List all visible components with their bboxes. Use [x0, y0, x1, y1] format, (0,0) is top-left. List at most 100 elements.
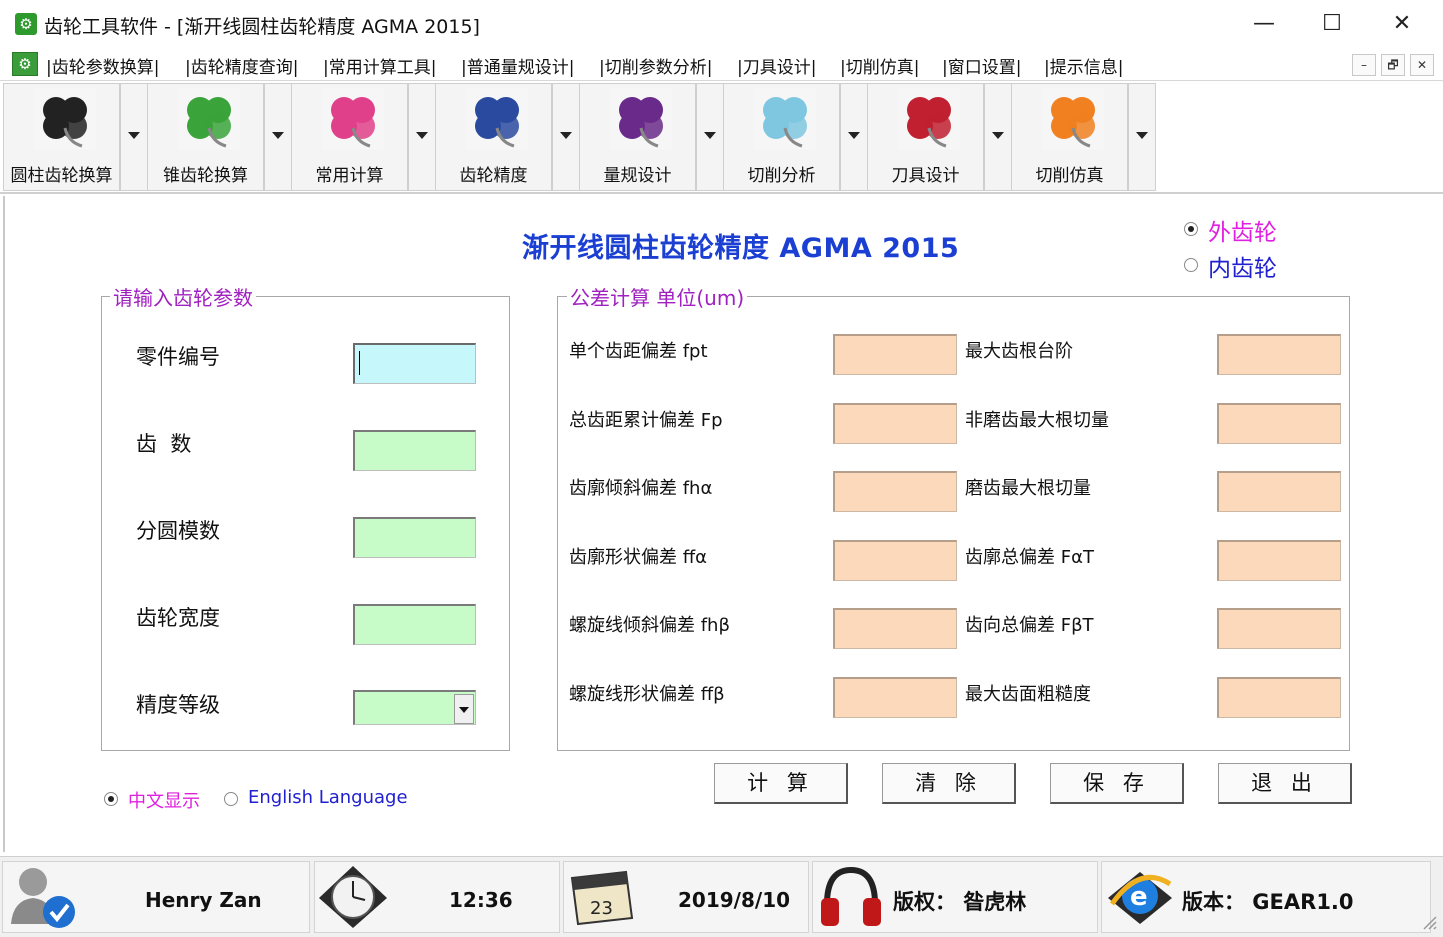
- face-width-input[interactable]: [353, 604, 476, 645]
- clover-multicolor-icon: [322, 88, 384, 150]
- tolerance-output-left-4[interactable]: [833, 540, 957, 581]
- menu-cutting-params[interactable]: |切削参数分析|: [599, 53, 712, 78]
- menu-gear-precision[interactable]: |齿轮精度查询|: [185, 53, 298, 78]
- toolbar-dropdown-arrow-icon[interactable]: [984, 83, 1012, 191]
- menu-bar: ⚙ |齿轮参数换算| |齿轮精度查询| |常用计算工具| |普通量规设计| |切…: [0, 48, 1443, 81]
- toolbar-dropdown-arrow-icon[interactable]: [408, 83, 436, 191]
- headphones-icon: [821, 866, 881, 926]
- tolerance-label-left-2: 总齿距累计偏差 Fp: [569, 410, 723, 431]
- toolbar-dropdown-arrow-icon[interactable]: [264, 83, 292, 191]
- status-bar: Henry Zan 12:36 23 2019/8/10 版权： 昝虎林 e 版…: [0, 856, 1443, 937]
- maximize-button[interactable]: ☐: [1302, 6, 1362, 42]
- module-label: 分圆模数: [136, 519, 220, 543]
- clear-button[interactable]: 清 除: [882, 763, 1016, 804]
- window-title: 齿轮工具软件 - [渐开线圆柱齿轮精度 AGMA 2015]: [44, 16, 480, 38]
- external-gear-label[interactable]: 外齿轮: [1208, 213, 1277, 247]
- module-input[interactable]: [353, 517, 476, 558]
- chinese-language-label[interactable]: 中文显示: [128, 787, 200, 813]
- tolerance-output-right-5[interactable]: [1217, 608, 1341, 649]
- gear-menu-icon[interactable]: ⚙: [12, 52, 38, 76]
- part-number-label: 零件编号: [136, 345, 220, 369]
- mdi-close-button[interactable]: ✕: [1410, 54, 1434, 76]
- clover-orange-icon: [1042, 88, 1104, 150]
- title-bar: ⚙ 齿轮工具软件 - [渐开线圆柱齿轮精度 AGMA 2015] — ☐ ✕: [0, 0, 1443, 49]
- calendar-icon: 23: [570, 870, 634, 926]
- tolerance-output-left-1[interactable]: [833, 334, 957, 375]
- menu-gauge-design[interactable]: |普通量规设计|: [461, 53, 574, 78]
- toolbar-button-label: 齿轮精度: [459, 166, 528, 186]
- tolerance-output-right-6[interactable]: [1217, 677, 1341, 718]
- menu-tool-design[interactable]: |刀具设计|: [737, 53, 816, 78]
- toolbar-button-7[interactable]: 刀具设计: [867, 83, 984, 191]
- toolbar-button-label: 锥齿轮换算: [163, 166, 248, 186]
- tolerance-label-left-5: 螺旋线倾斜偏差 fhβ: [569, 615, 730, 636]
- toolbar-button-label: 常用计算: [315, 166, 384, 186]
- toolbar-button-5[interactable]: 量规设计: [579, 83, 696, 191]
- mdi-restore-button[interactable]: 🗗: [1381, 54, 1405, 76]
- clover-green-icon: [178, 88, 240, 150]
- toolbar-button-6[interactable]: 切削分析: [723, 83, 840, 191]
- internal-gear-radio[interactable]: [1184, 258, 1198, 272]
- toolbar-button-1[interactable]: 圆柱齿轮换算: [3, 83, 120, 191]
- resize-grip-icon[interactable]: [1420, 913, 1438, 931]
- gear-app-icon: ⚙: [15, 13, 37, 35]
- menu-cutting-sim[interactable]: |切削仿真|: [840, 53, 919, 78]
- close-button[interactable]: ✕: [1372, 6, 1432, 42]
- internet-explorer-icon: e: [1108, 872, 1172, 924]
- tolerance-output-left-5[interactable]: [833, 608, 957, 649]
- external-gear-radio[interactable]: [1184, 222, 1198, 236]
- minimize-button[interactable]: —: [1234, 6, 1294, 42]
- english-language-radio[interactable]: [224, 792, 238, 806]
- toolbar-button-4[interactable]: 齿轮精度: [435, 83, 552, 191]
- tolerance-output-right-1[interactable]: [1217, 334, 1341, 375]
- chinese-language-radio[interactable]: [104, 792, 118, 806]
- accuracy-grade-label: 精度等级: [136, 693, 220, 717]
- menu-tips[interactable]: |提示信息|: [1044, 53, 1123, 78]
- tolerance-label-right-1: 最大齿根台阶: [965, 341, 1073, 362]
- tolerance-output-right-4[interactable]: [1217, 540, 1341, 581]
- toolbar-dropdown-arrow-icon[interactable]: [696, 83, 724, 191]
- calculate-button[interactable]: 计 算: [714, 763, 848, 804]
- toolbar-button-3[interactable]: 常用计算: [291, 83, 408, 191]
- clover-blue-icon: [466, 88, 528, 150]
- tolerance-label-right-4: 齿廓总偏差 FαT: [965, 547, 1094, 568]
- copyright-text: 版权： 昝虎林: [893, 890, 1027, 914]
- user-name: Henry Zan: [145, 888, 262, 912]
- tolerance-label-left-1: 单个齿距偏差 fpt: [569, 341, 708, 362]
- english-language-label[interactable]: English Language: [248, 787, 408, 808]
- toolbar-button-label: 切削仿真: [1035, 166, 1104, 186]
- tolerance-output-left-3[interactable]: [833, 471, 957, 512]
- tolerance-output-left-2[interactable]: [833, 403, 957, 444]
- exit-button[interactable]: 退 出: [1218, 763, 1352, 804]
- toolbar-button-8[interactable]: 切削仿真: [1011, 83, 1128, 191]
- menu-common-tools[interactable]: |常用计算工具|: [323, 53, 436, 78]
- time-panel: 12:36: [314, 861, 560, 933]
- svg-text:e: e: [1130, 882, 1148, 912]
- mdi-minimize-button[interactable]: –: [1352, 54, 1376, 76]
- toolbar-dropdown-arrow-icon[interactable]: [552, 83, 580, 191]
- toolbar-dropdown-arrow-icon[interactable]: [1128, 83, 1156, 191]
- accuracy-grade-select[interactable]: [353, 690, 476, 725]
- tolerance-output-left-6[interactable]: [833, 677, 957, 718]
- clover-lightblue-icon: [754, 88, 816, 150]
- menu-window-settings[interactable]: |窗口设置|: [942, 53, 1021, 78]
- save-button[interactable]: 保 存: [1050, 763, 1184, 804]
- tolerance-output-right-3[interactable]: [1217, 471, 1341, 512]
- tolerance-label-left-3: 齿廓倾斜偏差 fhα: [569, 478, 713, 499]
- toolbar-dropdown-arrow-icon[interactable]: [120, 83, 148, 191]
- face-width-label: 齿轮宽度: [136, 606, 220, 630]
- version-panel: e 版本： GEAR1.0: [1101, 861, 1431, 933]
- toolbar-dropdown-arrow-icon[interactable]: [840, 83, 868, 191]
- teeth-count-label: 齿 数: [136, 432, 192, 456]
- toolbar-button-2[interactable]: 锥齿轮换算: [147, 83, 264, 191]
- toolbar-button-label: 切削分析: [747, 166, 816, 186]
- teeth-count-input[interactable]: [353, 430, 476, 471]
- menu-gear-param-convert[interactable]: |齿轮参数换算|: [46, 53, 159, 78]
- input-group-label: 请输入齿轮参数: [110, 282, 256, 311]
- part-number-input[interactable]: [353, 343, 476, 384]
- dropdown-arrow-icon[interactable]: [454, 694, 474, 724]
- tolerance-output-right-2[interactable]: [1217, 403, 1341, 444]
- internal-gear-label[interactable]: 内齿轮: [1208, 249, 1277, 283]
- user-panel: Henry Zan: [2, 861, 310, 933]
- output-group-label: 公差计算 单位(um): [567, 282, 748, 311]
